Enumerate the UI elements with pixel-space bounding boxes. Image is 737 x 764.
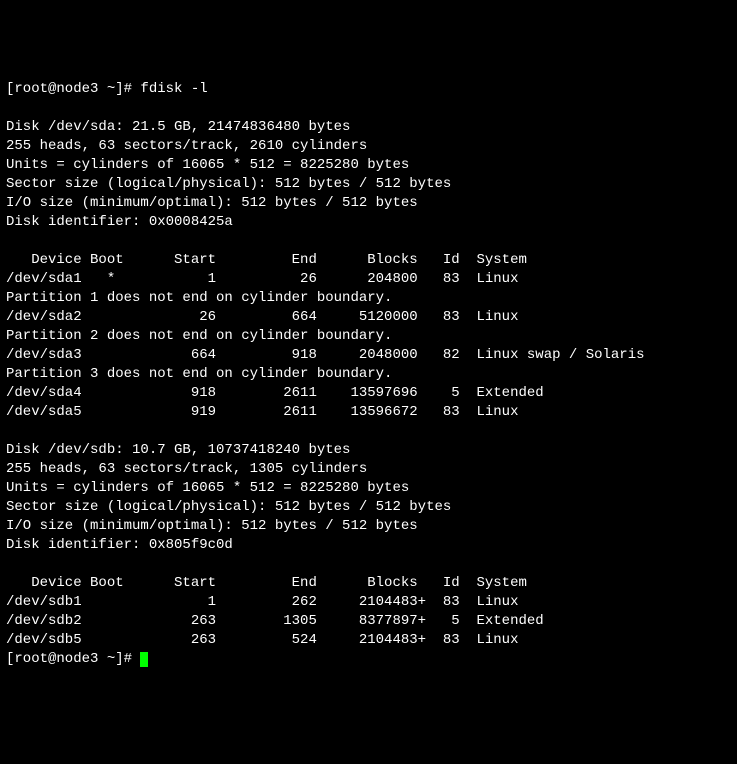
shell-prompt[interactable]: [root@node3 ~]# [6,651,140,667]
disk-sda-identifier: Disk identifier: 0x0008425a [6,214,233,230]
disk-sdb-units: Units = cylinders of 16065 * 512 = 82252… [6,480,409,496]
shell-prompt: [root@node3 ~]# [6,81,140,97]
disk-sda-sector-size: Sector size (logical/physical): 512 byte… [6,176,451,192]
partition-row-sda3: /dev/sda3 664 918 2048000 82 Linux swap … [6,347,645,363]
partition-table-header: Device Boot Start End Blocks Id System [6,252,527,268]
partition-row-sdb5: /dev/sdb5 263 524 2104483+ 83 Linux [6,632,518,648]
disk-sdb-io-size: I/O size (minimum/optimal): 512 bytes / … [6,518,418,534]
disk-sda-io-size: I/O size (minimum/optimal): 512 bytes / … [6,195,418,211]
disk-sdb-identifier: Disk identifier: 0x805f9c0d [6,537,233,553]
partition-row-sdb2: /dev/sdb2 263 1305 8377897+ 5 Extended [6,613,544,629]
partition-warning: Partition 3 does not end on cylinder bou… [6,366,392,382]
disk-sdb-sector-size: Sector size (logical/physical): 512 byte… [6,499,451,515]
partition-warning: Partition 1 does not end on cylinder bou… [6,290,392,306]
disk-sdb-header: Disk /dev/sdb: 10.7 GB, 10737418240 byte… [6,442,350,458]
disk-sda-units: Units = cylinders of 16065 * 512 = 82252… [6,157,409,173]
partition-warning: Partition 2 does not end on cylinder bou… [6,328,392,344]
partition-row-sda5: /dev/sda5 919 2611 13596672 83 Linux [6,404,518,420]
partition-table-header: Device Boot Start End Blocks Id System [6,575,527,591]
cursor-icon [140,652,148,667]
terminal-output: [root@node3 ~]# fdisk -l Disk /dev/sda: … [6,80,731,669]
disk-sdb-geometry: 255 heads, 63 sectors/track, 1305 cylind… [6,461,367,477]
disk-sda-header: Disk /dev/sda: 21.5 GB, 21474836480 byte… [6,119,350,135]
partition-row-sda2: /dev/sda2 26 664 5120000 83 Linux [6,309,518,325]
partition-row-sda4: /dev/sda4 918 2611 13597696 5 Extended [6,385,544,401]
typed-command: fdisk -l [140,81,207,97]
disk-sda-geometry: 255 heads, 63 sectors/track, 2610 cylind… [6,138,367,154]
partition-row-sda1: /dev/sda1 * 1 26 204800 83 Linux [6,271,518,287]
partition-row-sdb1: /dev/sdb1 1 262 2104483+ 83 Linux [6,594,518,610]
